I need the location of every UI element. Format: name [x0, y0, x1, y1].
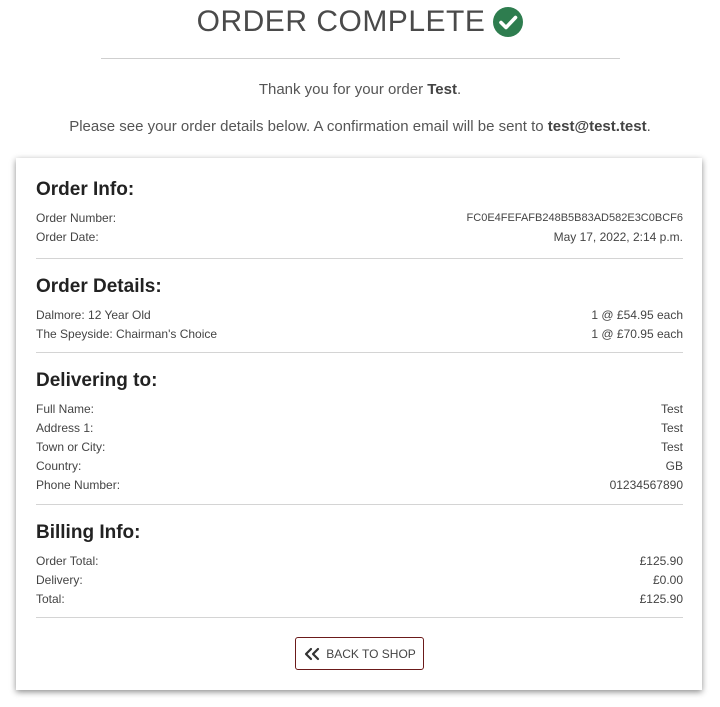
- order-date-label: Order Date:: [36, 230, 99, 244]
- country-row: Country: GB: [36, 457, 683, 476]
- title-row: ORDER COMPLETE: [0, 4, 720, 40]
- confirm-suffix: .: [646, 118, 651, 135]
- line-item-qty-price: 1 @ £54.95 each: [591, 308, 683, 322]
- order-total-label: Order Total:: [36, 554, 99, 568]
- order-info-title: Order Info:: [36, 179, 135, 200]
- order-number-row: Order Number: FC0E4FEFAFB248B5B83AD582E3…: [36, 209, 683, 228]
- country-label: Country:: [36, 459, 82, 473]
- line-item-row: The Speyside: Chairman's Choice 1 @ £70.…: [36, 325, 683, 344]
- billing-info-title: Billing Info:: [36, 522, 141, 543]
- delivery-label: Delivery:: [36, 573, 83, 587]
- check-circle-icon: [493, 7, 524, 37]
- customer-name: Test: [427, 81, 457, 98]
- billing-info-section: Billing Info: Order Total: £125.90 Deliv…: [36, 505, 683, 618]
- order-details-section: Order Details: Dalmore: 12 Year Old 1 @ …: [36, 259, 683, 353]
- full-name-label: Full Name:: [36, 402, 95, 416]
- delivery-row: Delivery: £0.00: [36, 571, 683, 590]
- grand-total-label: Total:: [36, 592, 65, 606]
- thanks-prefix: Thank you for your order: [258, 81, 428, 98]
- phone-number-value: 01234567890: [609, 478, 683, 492]
- confirmation-email: test@test.test: [547, 118, 647, 135]
- grand-total-row: Total: £125.90: [36, 590, 683, 609]
- order-date-row: Order Date: May 17, 2022, 2:14 p.m.: [36, 228, 683, 247]
- delivery-value: £0.00: [652, 573, 683, 587]
- order-total-row: Order Total: £125.90: [36, 552, 683, 571]
- country-value: GB: [665, 459, 683, 473]
- order-summary-card: Order Info: Order Number: FC0E4FEFAFB248…: [16, 158, 702, 690]
- line-item-qty-price: 1 @ £70.95 each: [591, 327, 683, 341]
- delivering-to-section: Delivering to: Full Name: Test Address 1…: [36, 353, 683, 505]
- address-1-label: Address 1:: [36, 421, 94, 435]
- line-item-row: Dalmore: 12 Year Old 1 @ £54.95 each: [36, 306, 683, 325]
- address-1-value: Test: [660, 421, 683, 435]
- full-name-value: Test: [660, 402, 683, 416]
- thanks-suffix: .: [456, 81, 462, 98]
- town-city-label: Town or City:: [36, 440, 106, 454]
- order-number-value: FC0E4FEFAFB248B5B83AD582E3C0BCF6: [466, 212, 683, 224]
- double-chevron-left-icon: [305, 647, 320, 660]
- actions-area: BACK TO SHOP: [36, 618, 683, 670]
- town-city-value: Test: [660, 440, 683, 454]
- order-number-label: Order Number:: [36, 211, 117, 225]
- phone-number-label: Phone Number:: [36, 478, 121, 492]
- back-to-shop-button[interactable]: BACK TO SHOP: [295, 637, 424, 670]
- line-item-name: The Speyside: Chairman's Choice: [36, 327, 218, 341]
- thank-you-message: Thank you for your order Test.: [0, 80, 720, 100]
- title-divider: [100, 58, 620, 59]
- full-name-row: Full Name: Test: [36, 400, 683, 419]
- grand-total-value: £125.90: [639, 592, 683, 606]
- order-date-value: May 17, 2022, 2:14 p.m.: [553, 230, 683, 244]
- page-header: ORDER COMPLETE Thank you for your order …: [0, 0, 720, 137]
- delivering-to-title: Delivering to:: [36, 370, 158, 391]
- town-city-row: Town or City: Test: [36, 438, 683, 457]
- address-1-row: Address 1: Test: [36, 419, 683, 438]
- order-details-title: Order Details:: [36, 276, 162, 297]
- order-info-section: Order Info: Order Number: FC0E4FEFAFB248…: [36, 158, 683, 259]
- back-to-shop-label: BACK TO SHOP: [326, 646, 416, 661]
- line-item-name: Dalmore: 12 Year Old: [36, 308, 151, 322]
- phone-number-row: Phone Number: 01234567890: [36, 476, 683, 495]
- order-total-value: £125.90: [639, 554, 683, 568]
- confirm-prefix: Please see your order details below. A c…: [69, 118, 548, 135]
- confirmation-message: Please see your order details below. A c…: [0, 117, 720, 137]
- page-title: ORDER COMPLETE: [196, 5, 486, 38]
